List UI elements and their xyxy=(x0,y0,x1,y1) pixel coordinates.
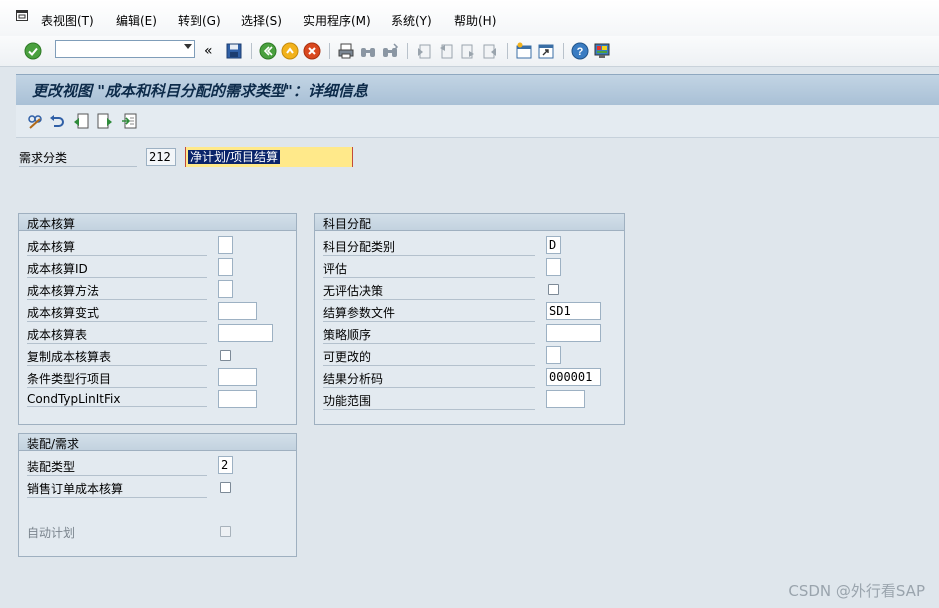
requirements-class-label: 需求分类 xyxy=(19,149,137,167)
menu-goto[interactable]: 转到(G) xyxy=(178,12,221,29)
toolbar-separator xyxy=(507,43,508,59)
menu-help[interactable]: 帮助(H) xyxy=(454,12,496,29)
command-field[interactable] xyxy=(55,40,195,58)
last-page-icon[interactable] xyxy=(481,42,499,60)
menu-select[interactable]: 选择(S) xyxy=(241,12,282,29)
cancel-icon[interactable] xyxy=(303,42,321,60)
system-menu-icon[interactable] xyxy=(16,10,28,21)
new-session-icon[interactable] xyxy=(515,42,533,60)
sales-order-costing-checkbox[interactable] xyxy=(220,482,231,493)
costing-label: 成本核算 xyxy=(27,238,207,256)
changeable-label: 可更改的 xyxy=(323,348,535,366)
screen-title-bar: 更改视图 "成本和科目分配的需求类型"：详细信息 xyxy=(16,74,939,106)
exit-icon[interactable] xyxy=(281,42,299,60)
costing-group-header: 成本核算 xyxy=(19,214,296,231)
copy-costing-sheet-label: 复制成本核算表 xyxy=(27,348,207,366)
assembly-requirements-group-header: 装配/需求 xyxy=(19,434,296,451)
account-assignment-category-label: 科目分配类别 xyxy=(323,238,535,256)
valuation-label: 评估 xyxy=(323,260,535,278)
copy-costing-sheet-checkbox[interactable] xyxy=(220,350,231,361)
next-entry-icon[interactable] xyxy=(96,112,114,130)
previous-page-icon[interactable] xyxy=(437,42,455,60)
variable-list-icon[interactable] xyxy=(120,112,138,130)
costing-variant-label: 成本核算变式 xyxy=(27,304,207,322)
strategy-sequence-field[interactable] xyxy=(546,324,601,342)
enter-icon[interactable] xyxy=(24,42,42,60)
menu-utilities[interactable]: 实用程序(M) xyxy=(303,12,371,29)
functional-area-label: 功能范围 xyxy=(323,392,535,410)
history-icon[interactable]: « xyxy=(204,43,222,61)
shortcut-icon[interactable] xyxy=(537,42,555,60)
costing-method-field[interactable] xyxy=(218,280,233,298)
previous-entry-icon[interactable] xyxy=(72,112,90,130)
standard-toolbar: « ? xyxy=(0,36,939,67)
costing-id-field[interactable] xyxy=(218,258,233,276)
settlement-profile-field[interactable]: SD1 xyxy=(546,302,601,320)
strategy-sequence-label: 策略顺序 xyxy=(323,326,535,344)
application-toolbar xyxy=(16,105,939,138)
back-icon[interactable] xyxy=(259,42,277,60)
account-assignment-group-title: 科目分配 xyxy=(323,217,372,231)
first-page-icon[interactable] xyxy=(415,42,433,60)
costing-method-label: 成本核算方法 xyxy=(27,282,207,300)
toolbar-separator xyxy=(407,43,408,59)
undo-icon[interactable] xyxy=(48,112,66,130)
requirements-class-code-field: 212 xyxy=(146,148,176,166)
functional-area-field[interactable] xyxy=(546,390,585,408)
auto-planning-checkbox xyxy=(220,526,231,537)
find-icon[interactable] xyxy=(359,42,377,60)
watermark: CSDN @外行看SAP xyxy=(788,582,925,600)
costing-group-title: 成本核算 xyxy=(27,217,76,231)
changeable-field[interactable] xyxy=(546,346,561,364)
results-analysis-key-label: 结果分析码 xyxy=(323,370,535,388)
menu-table-view[interactable]: 表视图(T) xyxy=(41,12,94,29)
toolbar-separator xyxy=(563,43,564,59)
layout-icon[interactable] xyxy=(593,42,611,60)
print-icon[interactable] xyxy=(337,42,355,60)
condition-type-item-label: 条件类型行项目 xyxy=(27,370,207,388)
costing-variant-field[interactable] xyxy=(218,302,257,320)
display-change-icon[interactable] xyxy=(26,112,44,130)
costing-sheet-field[interactable] xyxy=(218,324,273,342)
chevron-down-icon[interactable] xyxy=(184,44,192,49)
account-assignment-category-field[interactable]: D xyxy=(546,236,561,254)
toolbar-separator xyxy=(251,43,252,59)
menu-bar: 表视图(T) 编辑(E) 转到(G) 选择(S) 实用程序(M) 系统(Y) 帮… xyxy=(0,0,939,36)
assembly-type-field[interactable]: 2 xyxy=(218,456,233,474)
no-valuation-decision-label: 无评估决策 xyxy=(323,282,535,300)
costing-id-label: 成本核算ID xyxy=(27,260,207,278)
find-next-icon[interactable] xyxy=(381,42,399,60)
page-title: 更改视图 "成本和科目分配的需求类型"：详细信息 xyxy=(32,82,368,100)
menu-system[interactable]: 系统(Y) xyxy=(391,12,432,29)
results-analysis-key-field[interactable]: 000001 xyxy=(546,368,601,386)
account-assignment-group-header: 科目分配 xyxy=(315,214,624,231)
menu-edit[interactable]: 编辑(E) xyxy=(116,12,157,29)
condition-type-item-field[interactable] xyxy=(218,368,257,386)
costing-field[interactable] xyxy=(218,236,233,254)
valuation-field[interactable] xyxy=(546,258,561,276)
assembly-type-label: 装配类型 xyxy=(27,458,207,476)
cond-typ-lin-it-fix-field[interactable] xyxy=(218,390,257,408)
auto-planning-label: 自动计划 xyxy=(27,526,76,540)
requirements-class-description: 净计划/项目结算 xyxy=(188,150,281,164)
requirements-class-description-field[interactable]: 净计划/项目结算 xyxy=(185,147,353,167)
settlement-profile-label: 结算参数文件 xyxy=(323,304,535,322)
sales-order-costing-label: 销售订单成本核算 xyxy=(27,480,207,498)
assembly-requirements-group-title: 装配/需求 xyxy=(27,437,80,451)
svg-text:?: ? xyxy=(577,46,584,58)
cond-typ-lin-it-fix-label: CondTypLinItFix xyxy=(27,392,207,407)
next-page-icon[interactable] xyxy=(459,42,477,60)
costing-sheet-label: 成本核算表 xyxy=(27,326,207,344)
toolbar-separator xyxy=(329,43,330,59)
save-icon[interactable] xyxy=(225,42,243,60)
no-valuation-decision-checkbox[interactable] xyxy=(548,284,559,295)
help-icon[interactable]: ? xyxy=(571,42,589,60)
